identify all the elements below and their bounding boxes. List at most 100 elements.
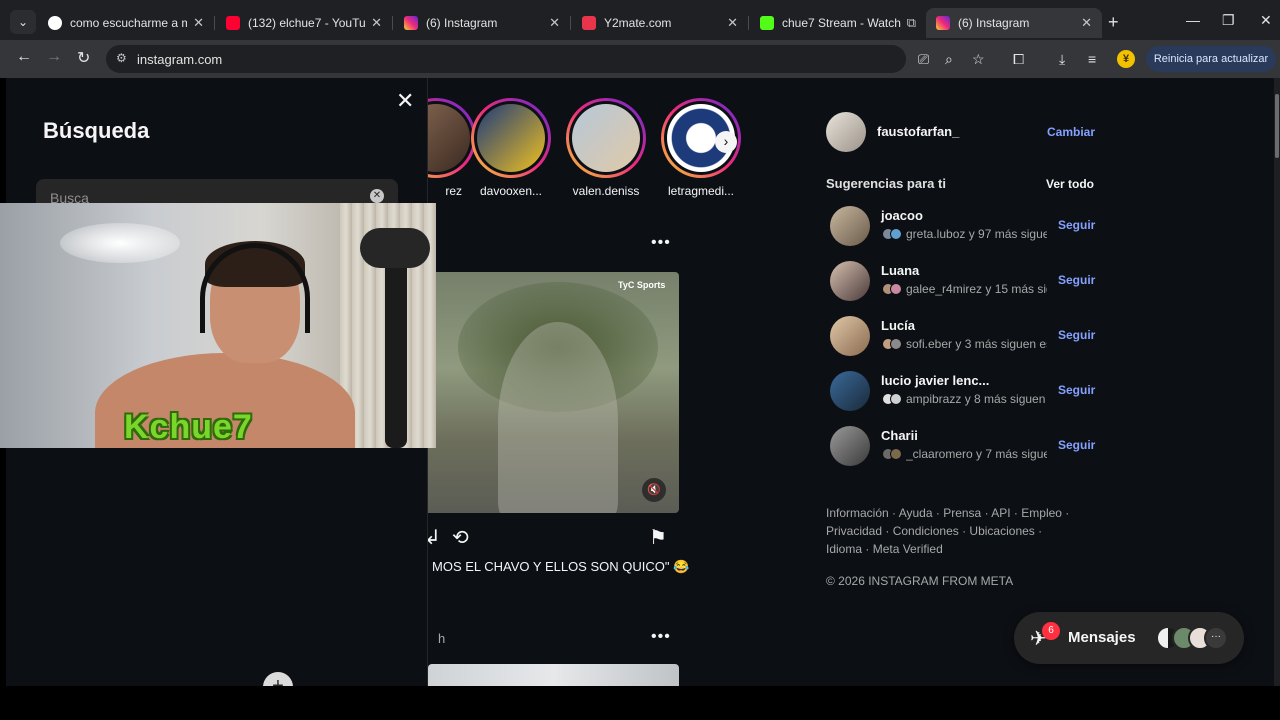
post-video[interactable]: TyC Sports <box>428 272 679 513</box>
forward-icon[interactable]: → <box>46 48 62 66</box>
bookmark-star-icon[interactable]: ☆ <box>972 51 985 68</box>
plus-icon[interactable]: + <box>263 672 293 686</box>
story-item[interactable]: davooxen... <box>471 98 551 198</box>
reload-icon[interactable]: ↻ <box>77 48 90 68</box>
footer-link[interactable]: Prensa <box>943 506 981 520</box>
install-app-icon[interactable]: ⎚ <box>918 51 929 68</box>
suggestion-name[interactable]: Luana <box>881 263 919 278</box>
media-badge: TyC Sports <box>618 280 666 290</box>
messages-label: Mensajes <box>1068 629 1136 646</box>
tab-instagram[interactable]: (6) Instagram ✕ <box>394 8 570 38</box>
mutual-avatars <box>882 228 904 240</box>
tab-youtube[interactable]: (132) elchue7 - YouTube ✕ <box>216 8 392 38</box>
story-avatar <box>572 104 640 172</box>
close-icon[interactable]: ✕ <box>371 15 382 31</box>
mutual-avatars <box>882 448 904 460</box>
post-image[interactable] <box>428 664 679 686</box>
suggestion-name[interactable]: lucio javier lenc... <box>881 373 989 388</box>
close-icon[interactable]: ✕ <box>727 15 738 31</box>
avatar[interactable] <box>830 316 870 356</box>
suggestion-subtitle: greta.luboz y 97 más siguen e <box>906 227 1047 241</box>
close-icon[interactable]: ✕ <box>1081 15 1092 31</box>
footer-links: Información · Ayuda · Prensa · API · Emp… <box>826 506 1070 556</box>
stream-video-overlay[interactable]: Kchue7 <box>0 203 436 448</box>
mutual-avatars <box>882 338 904 350</box>
avatar[interactable] <box>830 426 870 466</box>
downloads-icon[interactable]: ⤓ <box>1059 51 1065 68</box>
switch-account-link[interactable]: Cambiar <box>1047 125 1095 139</box>
suggestion-subtitle: sofi.eber y 3 más siguen esta <box>906 337 1047 351</box>
close-icon[interactable]: ✕ <box>549 15 560 31</box>
address-url[interactable]: instagram.com <box>137 52 222 67</box>
profile-avatar[interactable]: ¥ <box>1117 50 1135 68</box>
tab-google[interactable]: como escucharme a mi mi ✕ <box>38 8 214 38</box>
suggestions-title: Sugerencias para ti <box>826 176 946 191</box>
tab-y2mate[interactable]: Y2mate.com ✕ <box>572 8 748 38</box>
zoom-icon[interactable]: ⌕ <box>945 51 953 68</box>
close-icon[interactable]: ✕ <box>396 88 414 114</box>
tab-instagram-active[interactable]: (6) Instagram ✕ <box>926 8 1102 38</box>
footer-link[interactable]: Meta Verified <box>873 542 943 556</box>
see-all-link[interactable]: Ver todo <box>1046 177 1094 191</box>
footer-link[interactable]: Privacidad <box>826 524 882 538</box>
story-avatar <box>477 104 545 172</box>
more-icon: ··· <box>1204 626 1228 650</box>
suggestion-row: Luana galee_r4mirez y 15 más sigue Segui… <box>830 259 1100 303</box>
footer-link[interactable]: API <box>991 506 1010 520</box>
tab-kick[interactable]: chue7 Stream - Watch Live ⧉ <box>750 8 926 38</box>
minimize-icon[interactable]: — <box>1186 12 1200 28</box>
media-icon[interactable]: ⧉ <box>907 15 916 31</box>
follow-button[interactable]: Seguir <box>1058 273 1095 287</box>
post-caption: MOS EL CHAVO Y ELLOS SON QUICO" 😂 <box>432 559 690 574</box>
repost-icon[interactable]: ⟲ <box>452 525 469 550</box>
suggestion-row: joacoo greta.luboz y 97 más siguen e Seg… <box>830 204 1100 248</box>
footer-link[interactable]: Ubicaciones <box>969 524 1034 538</box>
tab-search-button[interactable]: ⌄ <box>10 10 36 34</box>
suggestion-row: lucio javier lenc... ampibrazz y 8 más s… <box>830 369 1100 413</box>
story-item[interactable]: valen.deniss <box>566 98 646 198</box>
instagram-icon <box>936 16 950 30</box>
footer-link[interactable]: Idioma <box>826 542 862 556</box>
new-tab-button[interactable]: + <box>1108 12 1119 33</box>
back-icon[interactable]: ← <box>16 48 32 66</box>
extensions-icon[interactable]: ⧠ <box>1013 51 1024 68</box>
follow-button[interactable]: Seguir <box>1058 383 1095 397</box>
more-options-icon[interactable]: ••• <box>651 234 671 252</box>
avatar[interactable] <box>826 112 866 152</box>
suggestion-name[interactable]: joacoo <box>881 208 923 223</box>
browser-toolbar: ← → ↻ ⚙ instagram.com ⎚ ⌕ ☆ ⧠ ⤓ ≡ ¥ Rein… <box>0 40 1280 78</box>
suggestion-row: Charii _claaromero y 7 más siguen e Segu… <box>830 424 1100 468</box>
y2mate-icon <box>582 16 596 30</box>
current-username[interactable]: faustofarfan_ <box>877 124 959 139</box>
more-options-icon[interactable]: ••• <box>651 628 671 646</box>
messages-button[interactable]: ✈ 6 Mensajes ··· <box>1014 612 1244 664</box>
restore-icon[interactable]: ❐ <box>1222 12 1235 29</box>
footer-link[interactable]: Empleo <box>1021 506 1062 520</box>
chevron-right-icon[interactable]: › <box>715 131 737 153</box>
media-controls-icon[interactable]: ≡ <box>1088 51 1096 67</box>
page-scrollbar[interactable] <box>1274 78 1280 686</box>
update-button[interactable]: Reinicia para actualizar <box>1146 46 1276 72</box>
footer-link[interactable]: Ayuda <box>899 506 933 520</box>
suggestion-subtitle: ampibrazz y 8 más siguen est <box>906 392 1047 406</box>
window-close-icon[interactable]: ✕ <box>1260 12 1272 29</box>
avatar[interactable] <box>830 261 870 301</box>
suggestion-name[interactable]: Charii <box>881 428 918 443</box>
follow-button[interactable]: Seguir <box>1058 218 1095 232</box>
footer-link[interactable]: Información <box>826 506 889 520</box>
suggestion-row: Lucía sofi.eber y 3 más siguen esta Segu… <box>830 314 1100 358</box>
follow-button[interactable]: Seguir <box>1058 328 1095 342</box>
save-bookmark-icon[interactable]: ⚑ <box>649 525 667 550</box>
close-icon[interactable]: ✕ <box>193 15 204 31</box>
suggestion-subtitle: galee_r4mirez y 15 más sigue <box>906 282 1047 296</box>
avatar[interactable] <box>830 206 870 246</box>
follow-button[interactable]: Seguir <box>1058 438 1095 452</box>
suggestion-name[interactable]: Lucía <box>881 318 915 333</box>
clear-icon[interactable]: ✕ <box>370 189 384 203</box>
mute-icon[interactable]: 🔇 <box>642 478 666 502</box>
suggestion-subtitle: _claaromero y 7 más siguen e <box>906 447 1047 461</box>
footer-link[interactable]: Condiciones <box>893 524 959 538</box>
address-bar[interactable]: ⚙ instagram.com <box>106 45 906 73</box>
avatar[interactable] <box>830 371 870 411</box>
site-settings-icon[interactable]: ⚙ <box>116 51 127 65</box>
